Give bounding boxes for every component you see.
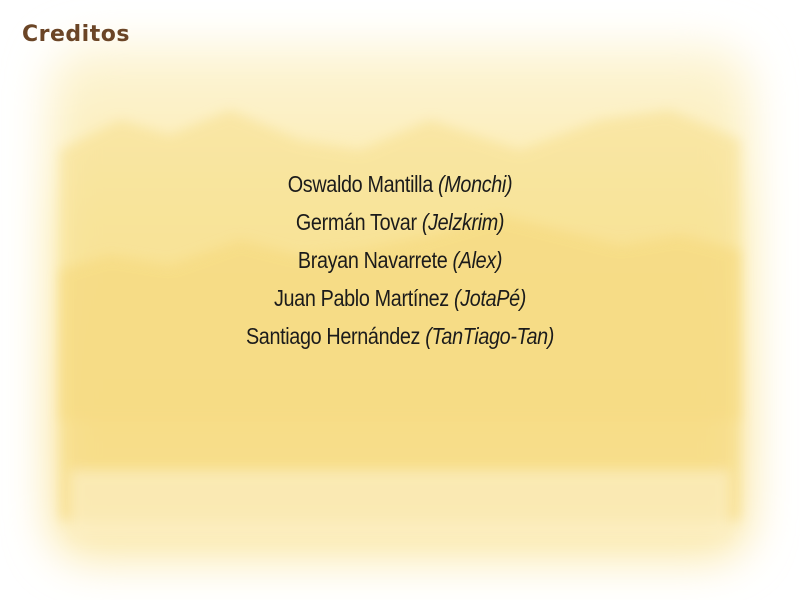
credit-alias: (Monchi) xyxy=(438,171,513,197)
credit-line: Juan Pablo Martínez (JotaPé) xyxy=(56,279,744,317)
credit-alias: (Jelzkrim) xyxy=(421,209,505,235)
credit-line: Oswaldo Mantilla (Monchi) xyxy=(56,165,744,203)
credit-line: Brayan Navarrete (Alex) xyxy=(56,241,744,279)
screen-title: Creditos xyxy=(22,22,130,47)
credit-alias: (Alex) xyxy=(452,247,503,273)
credit-name: Santiago Hernández xyxy=(245,323,421,349)
credit-name: Juan Pablo Martínez xyxy=(273,285,449,311)
credits-list: Oswaldo Mantilla (Monchi) Germán Tovar (J… xyxy=(0,165,800,355)
credit-name: Oswaldo Mantilla xyxy=(287,171,433,197)
credit-alias: (TanTiago-Tan) xyxy=(425,323,555,349)
credit-alias: (JotaPé) xyxy=(454,285,527,311)
credit-name: Germán Tovar xyxy=(295,209,417,235)
credits-screen: Creditos Oswaldo Mantilla (Monchi) Germán… xyxy=(0,0,800,600)
credit-line: Germán Tovar (Jelzkrim) xyxy=(56,203,744,241)
credit-name: Brayan Navarrete xyxy=(297,247,448,273)
credit-line: Santiago Hernández (TanTiago-Tan) xyxy=(56,317,744,355)
